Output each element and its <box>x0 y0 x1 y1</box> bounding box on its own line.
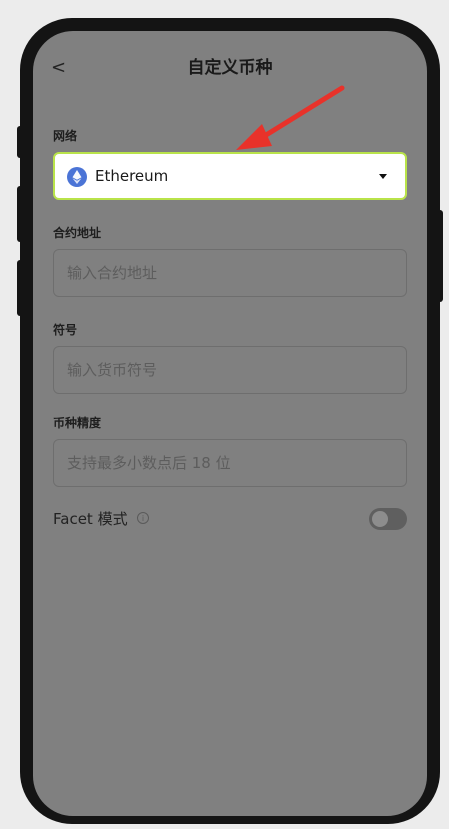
facet-mode-label: Facet 模式 <box>53 510 128 528</box>
contract-address-label: 合约地址 <box>53 226 102 240</box>
back-arrow-icon[interactable]: < <box>51 57 66 79</box>
symbol-placeholder: 输入货币符号 <box>67 361 158 379</box>
contract-address-placeholder: 输入合约地址 <box>67 264 158 282</box>
symbol-label: 符号 <box>53 323 78 337</box>
contract-address-input[interactable]: 输入合约地址 <box>53 249 407 297</box>
precision-input[interactable]: 支持最多小数点后 18 位 <box>53 439 407 487</box>
precision-placeholder: 支持最多小数点后 18 位 <box>67 454 231 472</box>
symbol-input[interactable]: 输入货币符号 <box>53 346 407 394</box>
network-select[interactable]: Ethereum <box>53 152 407 200</box>
page-title: 自定义币种 <box>187 58 273 78</box>
caret-down-icon <box>379 174 387 179</box>
phone-screen: 自定义币种 < 网络 Ethereum 合约地址 输入合约地址 符号 输入货币符… <box>33 31 427 816</box>
toggle-knob <box>372 511 388 527</box>
info-icon[interactable]: i <box>137 512 149 524</box>
ethereum-icon <box>67 167 87 187</box>
top-bar: 自定义币种 < <box>33 57 427 81</box>
facet-mode-row: Facet 模式 i <box>53 507 407 531</box>
network-label: 网络 <box>53 129 78 143</box>
network-selected-value: Ethereum <box>95 167 169 185</box>
precision-label: 币种精度 <box>53 416 102 430</box>
stage: 自定义币种 < 网络 Ethereum 合约地址 输入合约地址 符号 输入货币符… <box>0 0 449 829</box>
facet-mode-toggle[interactable] <box>369 508 407 530</box>
